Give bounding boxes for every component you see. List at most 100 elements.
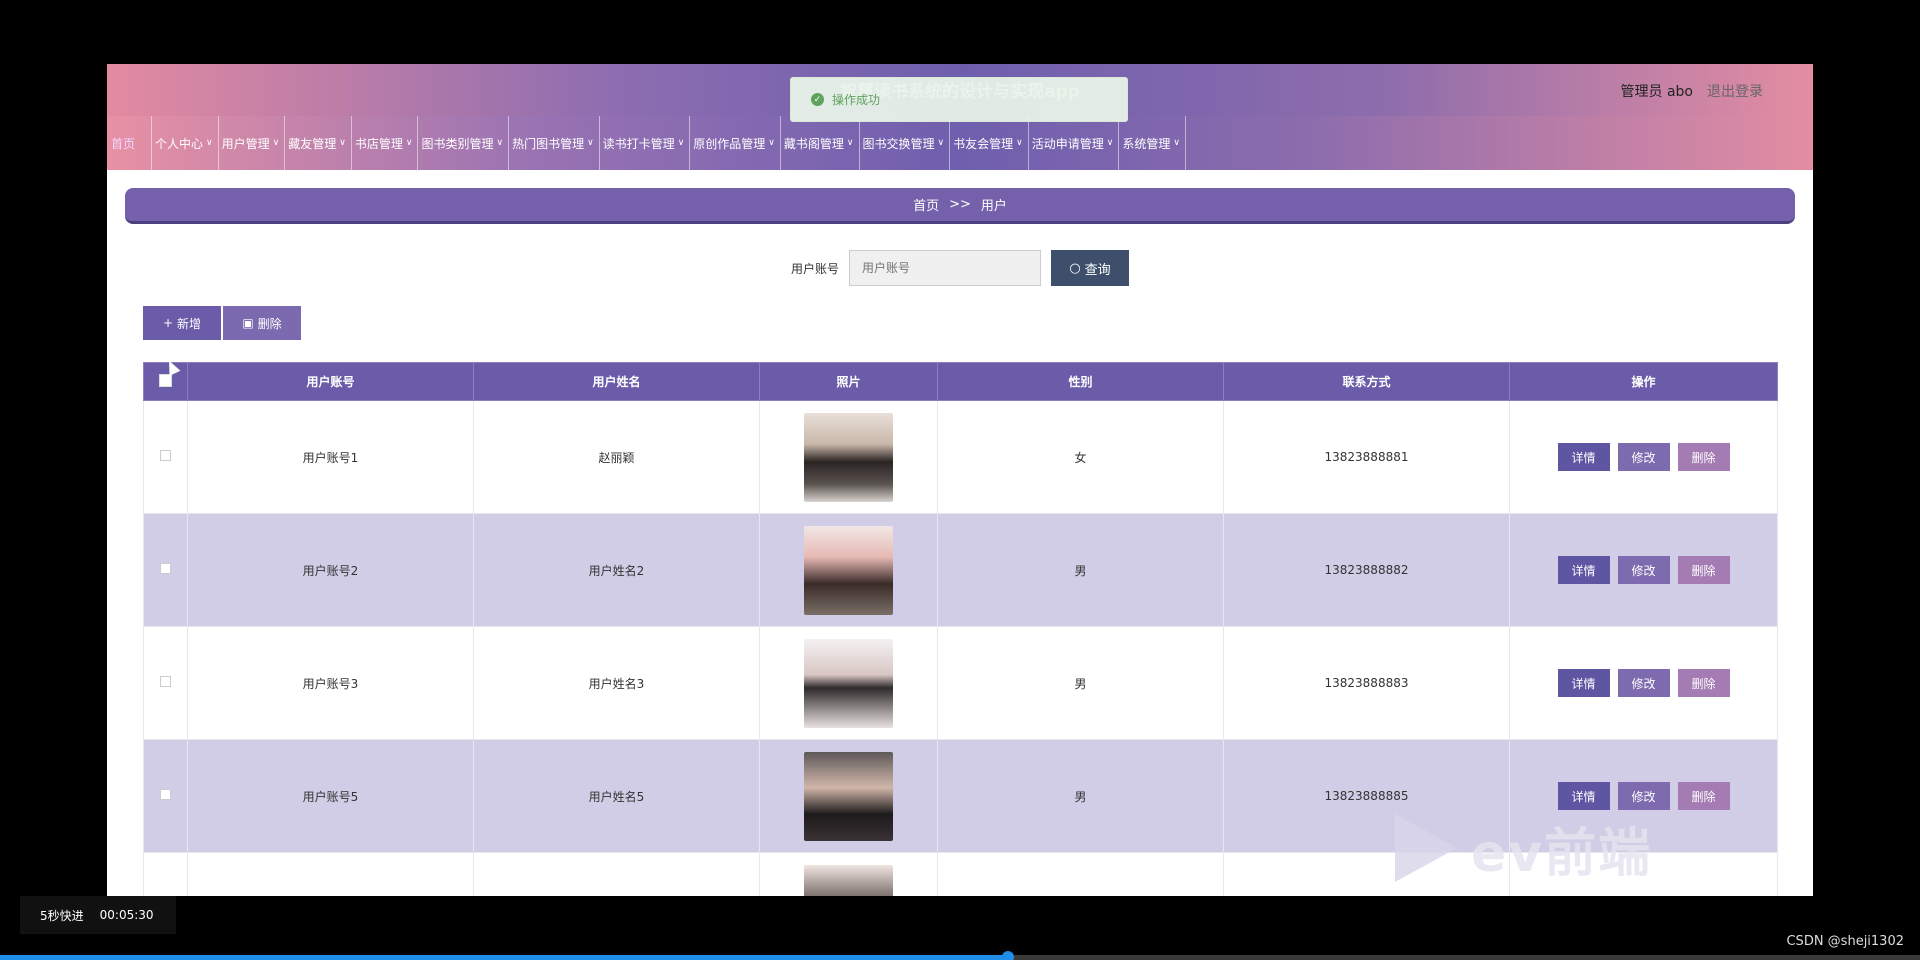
nav-item[interactable]: 用户管理 ∨ [219, 116, 286, 170]
nav-item[interactable]: 图书交换管理 ∨ [860, 116, 951, 170]
edit-button[interactable]: 修改 [1617, 782, 1670, 810]
phone-cell: 13823888883 [1223, 626, 1510, 740]
search-label: 用户账号 [790, 261, 839, 276]
user-photo[interactable] [804, 751, 893, 841]
nav-item[interactable]: 书友会管理 ∨ [950, 116, 1029, 170]
table-row: 用户账号2 用户姓名2 男 13823888882 详情 修改 删除 [143, 513, 1778, 627]
detail-button[interactable]: 详情 [1557, 782, 1610, 810]
delete-button[interactable]: 删除 [1677, 556, 1730, 584]
name-cell: 用户姓名5 [473, 739, 760, 853]
nav-item-label: 活动申请管理 [1031, 136, 1104, 151]
admin-label: 管理员 abo [1620, 84, 1693, 100]
video-timestamp: 00:05:30 [99, 908, 154, 922]
table-row: 用户账号1 赵丽颖女 13823888881 详情 修改 删除 [143, 400, 1778, 514]
row-select-cell [143, 739, 188, 853]
gender-cell: 男 [937, 626, 1224, 740]
gender-cell [937, 852, 1224, 896]
chevron-down-icon: ∨ [496, 138, 504, 148]
table-header-row: 用户账号 用户姓名 照片 性别 联系方式 操作 [143, 362, 1778, 401]
detail-button[interactable]: 详情 [1557, 443, 1610, 471]
nav-item-label: 个人中心 [155, 136, 204, 151]
row-select-cell [143, 852, 188, 896]
user-photo[interactable] [804, 525, 893, 615]
edit-button[interactable]: 修改 [1617, 669, 1670, 697]
nav-item-label: 藏友管理 [288, 136, 337, 151]
add-button[interactable]: + 新增 [143, 306, 221, 340]
video-progress-handle[interactable] [1001, 951, 1014, 960]
name-cell: 用户姓名3 [473, 626, 760, 740]
breadcrumb-separator: >> [949, 197, 971, 212]
name-cell: 用户姓名2 [473, 513, 760, 627]
nav-item-label: 图书交换管理 [862, 136, 935, 151]
nav-item[interactable]: 系统管理 ∨ [1119, 116, 1186, 170]
edit-button[interactable]: 修改 [1617, 556, 1670, 584]
row-checkbox[interactable] [160, 563, 171, 574]
nav-item-label: 原创作品管理 [693, 136, 766, 151]
chevron-down-icon: ∨ [1173, 138, 1180, 148]
toast-message: 操作成功 [832, 93, 881, 107]
name-cell [473, 852, 760, 896]
logout-button[interactable]: 退出登录 [1707, 81, 1763, 101]
video-progress-fill [0, 955, 1008, 960]
nav-item[interactable]: 首页 [107, 116, 153, 170]
search-button[interactable]: ○ 查询 [1051, 250, 1129, 286]
nav-bar: 首页 个人中心 ∨ 用户管理 ∨ 藏友管理 ∨ 书店管理 ∨ 图书类别管理 ∨ 热门图书管理 ∨ 读书打卡… [107, 116, 1813, 170]
row-select-cell [143, 513, 188, 627]
video-speed-panel: 5秒快进 00:05:30 [20, 896, 176, 934]
plus-icon: + [162, 316, 174, 330]
gender-cell: 男 [937, 739, 1224, 853]
breadcrumb-home[interactable]: 首页 [913, 195, 939, 214]
row-select-cell [143, 626, 188, 740]
nav-item-label: 用户管理 [221, 136, 270, 151]
nav-item[interactable]: 个人中心 ∨ [152, 116, 219, 170]
gender-cell: 男 [937, 513, 1224, 627]
gender-cell: 女 [937, 400, 1224, 514]
column-header: 照片 [759, 362, 938, 401]
row-checkbox[interactable] [160, 450, 171, 461]
nav-item-label: 图书类别管理 [421, 136, 494, 151]
batch-delete-button[interactable]: ▣ 删除 [223, 306, 301, 340]
row-checkbox[interactable] [160, 789, 171, 800]
chevron-down-icon: ∨ [405, 138, 413, 148]
delete-button[interactable]: 删除 [1677, 669, 1730, 697]
user-photo[interactable] [804, 864, 893, 896]
chevron-down-icon: ∨ [846, 138, 854, 148]
nav-item[interactable]: 活动申请管理 ∨ [1029, 116, 1120, 170]
nav-item[interactable]: 原创作品管理 ∨ [690, 116, 781, 170]
trash-icon: ▣ [242, 316, 254, 330]
detail-button[interactable]: 详情 [1557, 669, 1610, 697]
account-cell: 用户账号3 [187, 626, 474, 740]
success-toast: ✓ 操作成功 [790, 77, 1128, 122]
speed-label[interactable]: 5秒快进 [40, 907, 84, 924]
photo-cell [759, 626, 938, 740]
search-icon: ○ [1069, 260, 1081, 276]
breadcrumb: 首页 >> 用户 [125, 188, 1795, 224]
nav-item[interactable]: 藏书阁管理 ∨ [781, 116, 860, 170]
user-photo[interactable] [804, 638, 893, 728]
detail-button[interactable]: 详情 [1557, 556, 1610, 584]
chevron-down-icon: ∨ [768, 138, 775, 148]
nav-item[interactable]: 书店管理 ∨ [352, 116, 419, 170]
video-progress-bar[interactable] [0, 951, 1920, 960]
delete-button[interactable]: 删除 [1677, 782, 1730, 810]
search-input[interactable] [849, 250, 1041, 286]
nav-item[interactable]: 藏友管理 ∨ [285, 116, 352, 170]
user-photo[interactable] [804, 412, 893, 502]
chevron-down-icon: ∨ [1016, 138, 1023, 148]
nav-item[interactable]: 读书打卡管理 ∨ [600, 116, 691, 170]
nav-item-label: 读书打卡管理 [602, 136, 675, 151]
chevron-down-icon: ∨ [937, 138, 945, 148]
photo-cell [759, 400, 938, 514]
app-window: 智慧读书系统的设计与实现app 管理员 abo 退出登录 首页个人中心∨用户管理… [107, 64, 1813, 896]
watermark-text: ev前端 [1471, 823, 1653, 884]
nav-item[interactable]: 图书类别管理 ∨ [418, 116, 510, 170]
nav-item[interactable]: 热门图书管理 ∨ [509, 116, 600, 170]
play-logo-icon [1395, 814, 1457, 882]
delete-button[interactable]: 删除 [1677, 443, 1730, 471]
edit-button[interactable]: 修改 [1617, 443, 1670, 471]
account-cell: 用户账号1 [187, 400, 474, 514]
photo-cell [759, 852, 938, 896]
account-cell: 用户账号2 [187, 513, 474, 627]
chevron-down-icon: ∨ [206, 138, 213, 148]
row-checkbox[interactable] [160, 676, 171, 687]
